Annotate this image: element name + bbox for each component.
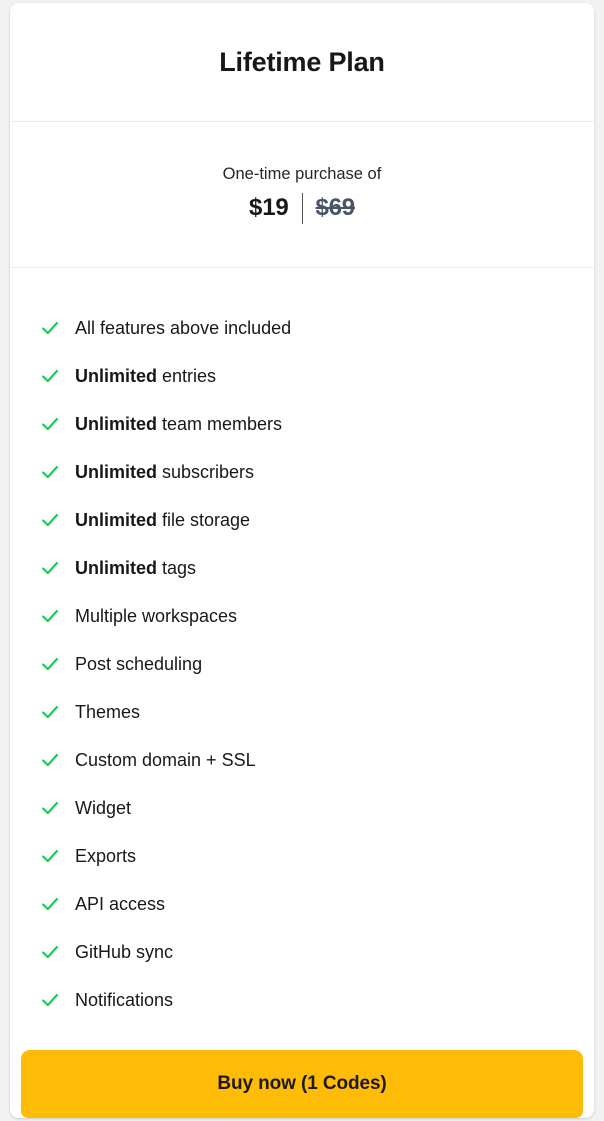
- feature-item: Exports: [10, 832, 594, 880]
- cta-section: Buy now (1 Codes): [10, 1050, 594, 1118]
- check-icon: [42, 369, 59, 383]
- feature-emphasis: Unlimited: [75, 366, 158, 386]
- feature-label: Post scheduling: [75, 654, 203, 674]
- plan-title: Lifetime Plan: [219, 46, 385, 77]
- price-caption: One-time purchase of: [222, 165, 382, 183]
- feature-item: Unlimited file storage: [10, 496, 594, 544]
- feature-list: All features above included Unlimited ent…: [10, 268, 594, 1050]
- feature-label: Unlimited subscribers: [75, 462, 255, 482]
- feature-label: Custom domain + SSL: [75, 750, 256, 770]
- feature-label: Unlimited team members: [75, 414, 283, 434]
- check-icon: [42, 657, 59, 671]
- feature-label: Exports: [75, 846, 137, 866]
- feature-label: Multiple workspaces: [75, 606, 238, 626]
- check-icon: [42, 801, 59, 815]
- feature-emphasis: Unlimited: [75, 558, 158, 578]
- check-icon: [42, 321, 59, 335]
- pricing-section: One-time purchase of $19 $69: [10, 122, 594, 268]
- feature-item: API access: [10, 880, 594, 928]
- check-icon: [42, 945, 59, 959]
- feature-emphasis: Unlimited: [75, 414, 158, 434]
- check-icon: [42, 753, 59, 767]
- price-divider: [301, 192, 303, 224]
- price-row: $19 $69: [10, 191, 594, 225]
- feature-label: Unlimited entries: [75, 366, 217, 386]
- feature-item: Themes: [10, 688, 594, 736]
- feature-item: Notifications: [10, 976, 594, 1024]
- check-icon: [42, 513, 59, 527]
- check-icon: [42, 993, 59, 1007]
- card-header: Lifetime Plan: [10, 3, 594, 122]
- current-price: $19: [249, 194, 289, 221]
- feature-label: Themes: [75, 702, 141, 722]
- feature-label: Unlimited tags: [75, 558, 197, 578]
- check-icon: [42, 561, 59, 575]
- check-icon: [42, 705, 59, 719]
- check-icon: [42, 849, 59, 863]
- feature-label: All features above included: [75, 318, 292, 338]
- feature-label: Widget: [75, 798, 132, 818]
- feature-emphasis: Unlimited: [75, 510, 158, 530]
- feature-item: Multiple workspaces: [10, 592, 594, 640]
- feature-item: Unlimited subscribers: [10, 448, 594, 496]
- feature-label: GitHub sync: [75, 942, 174, 962]
- buy-now-button[interactable]: Buy now (1 Codes): [21, 1050, 583, 1118]
- check-icon: [42, 465, 59, 479]
- feature-item: Custom domain + SSL: [10, 736, 594, 784]
- feature-item: All features above included: [10, 304, 594, 352]
- feature-item: Post scheduling: [10, 640, 594, 688]
- check-icon: [42, 609, 59, 623]
- feature-item: Unlimited tags: [10, 544, 594, 592]
- feature-label: Unlimited file storage: [75, 510, 251, 530]
- feature-emphasis: Unlimited: [75, 462, 158, 482]
- feature-item: GitHub sync: [10, 928, 594, 976]
- original-price: $69: [315, 194, 356, 221]
- check-icon: [42, 897, 59, 911]
- feature-label: Notifications: [75, 990, 174, 1010]
- feature-item: Widget: [10, 784, 594, 832]
- feature-label: API access: [75, 894, 166, 914]
- feature-item: Unlimited team members: [10, 400, 594, 448]
- lifetime-plan-card: Lifetime Plan One-time purchase of $19 $…: [10, 3, 594, 1118]
- check-icon: [42, 417, 59, 431]
- feature-item: Unlimited entries: [10, 352, 594, 400]
